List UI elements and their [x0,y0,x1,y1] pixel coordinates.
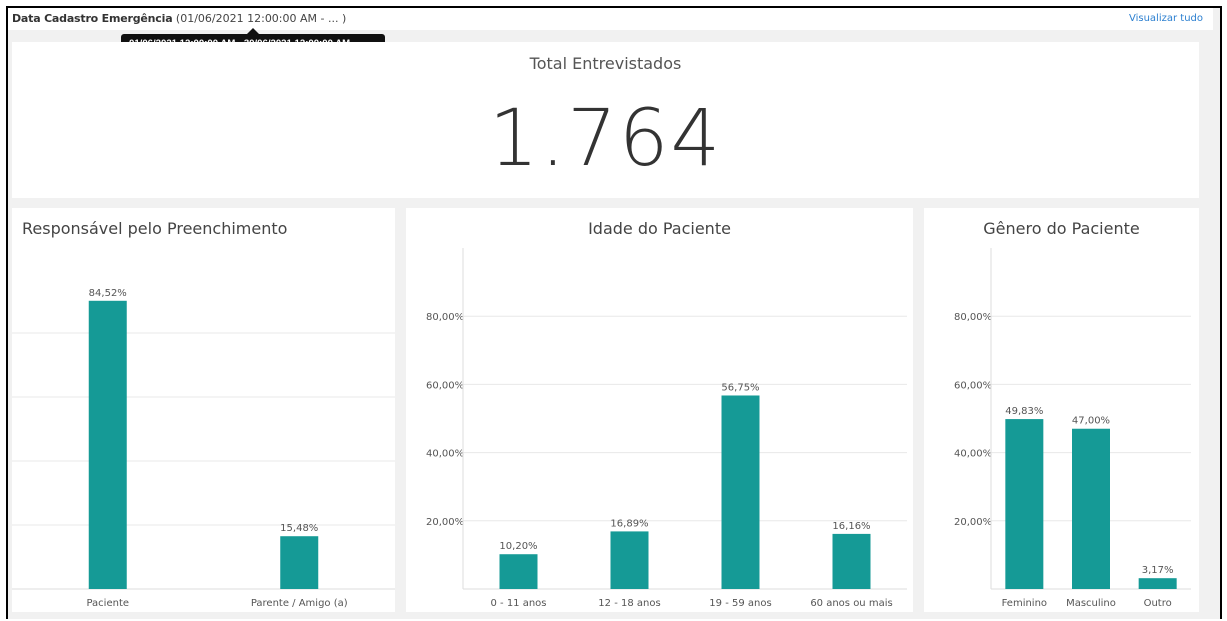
bar-value-label: 47,00% [1072,416,1110,427]
filter-bar: Data Cadastro Emergência (01/06/2021 12:… [8,8,1213,30]
y-tick-label: 40,00% [426,449,464,460]
age-chart: 20,00% 40,00% 60,00% 80,00% 10,20% 0 - 11 ano… [426,248,907,609]
x-tick-label: 19 - 59 anos [709,598,771,609]
y-tick-label: 80,00% [954,312,992,323]
bar[interactable] [499,554,538,589]
date-filter[interactable]: Data Cadastro Emergência (01/06/2021 12:… [12,12,346,25]
x-tick-label: Paciente [86,598,129,609]
bar[interactable] [610,531,649,589]
bar[interactable] [280,536,319,589]
x-tick-label: 12 - 18 anos [598,598,660,609]
bar-value-label: 15,48% [280,523,318,534]
y-tick-label: 20,00% [426,517,464,528]
responsible-chart-card[interactable]: Responsável pelo Preenchimento 84,52% Pac… [12,208,395,612]
bar-value-label: 49,83% [1005,406,1043,417]
date-filter-value[interactable]: (01/06/2021 12:00:00 AM - ... ) [176,12,346,25]
bar[interactable] [721,395,760,589]
bar[interactable] [88,300,127,589]
x-tick-label: Masculino [1066,598,1116,609]
y-tick-label: 60,00% [954,380,992,391]
bar[interactable] [832,533,871,589]
responsible-chart: 84,52% Paciente 15,48% Parente / Amigo (a) [12,288,395,609]
date-filter-label: Data Cadastro Emergência [12,12,173,25]
total-interviewed-card: Total Entrevistados 1.764 [12,42,1199,198]
x-tick-label: Parente / Amigo (a) [251,598,348,609]
view-all-link[interactable]: Visualizar tudo [1129,13,1203,24]
gender-chart-card[interactable]: Gênero do Paciente 20,00% 40,00% 60,00% 80,… [924,208,1199,612]
bar[interactable] [1005,419,1044,589]
bar-value-label: 10,20% [499,541,537,552]
bar-value-label: 16,16% [832,521,870,532]
bar[interactable] [1072,428,1110,589]
age-chart-card[interactable]: Idade do Paciente 20,00% 40,00% 60,00% 80,0… [406,208,913,612]
x-tick-label: Outro [1144,598,1172,609]
bar-value-label: 56,75% [721,382,759,393]
gender-chart: 20,00% 40,00% 60,00% 80,00% 49,83% Feminino 47… [954,248,1191,609]
kpi-title: Total Entrevistados [529,54,682,73]
y-tick-label: 20,00% [954,517,992,528]
x-tick-label: 60 anos ou mais [810,598,892,609]
x-tick-label: 0 - 11 anos [490,598,546,609]
x-tick-label: Feminino [1002,598,1047,609]
bar-value-label: 3,17% [1142,565,1174,576]
kpi-value: 1.764 [488,94,723,184]
bar-value-label: 16,89% [610,518,648,529]
bar-value-label: 84,52% [89,288,127,299]
y-tick-label: 40,00% [954,449,992,460]
y-tick-label: 80,00% [426,312,464,323]
bar[interactable] [1138,578,1177,589]
y-tick-label: 60,00% [426,380,464,391]
